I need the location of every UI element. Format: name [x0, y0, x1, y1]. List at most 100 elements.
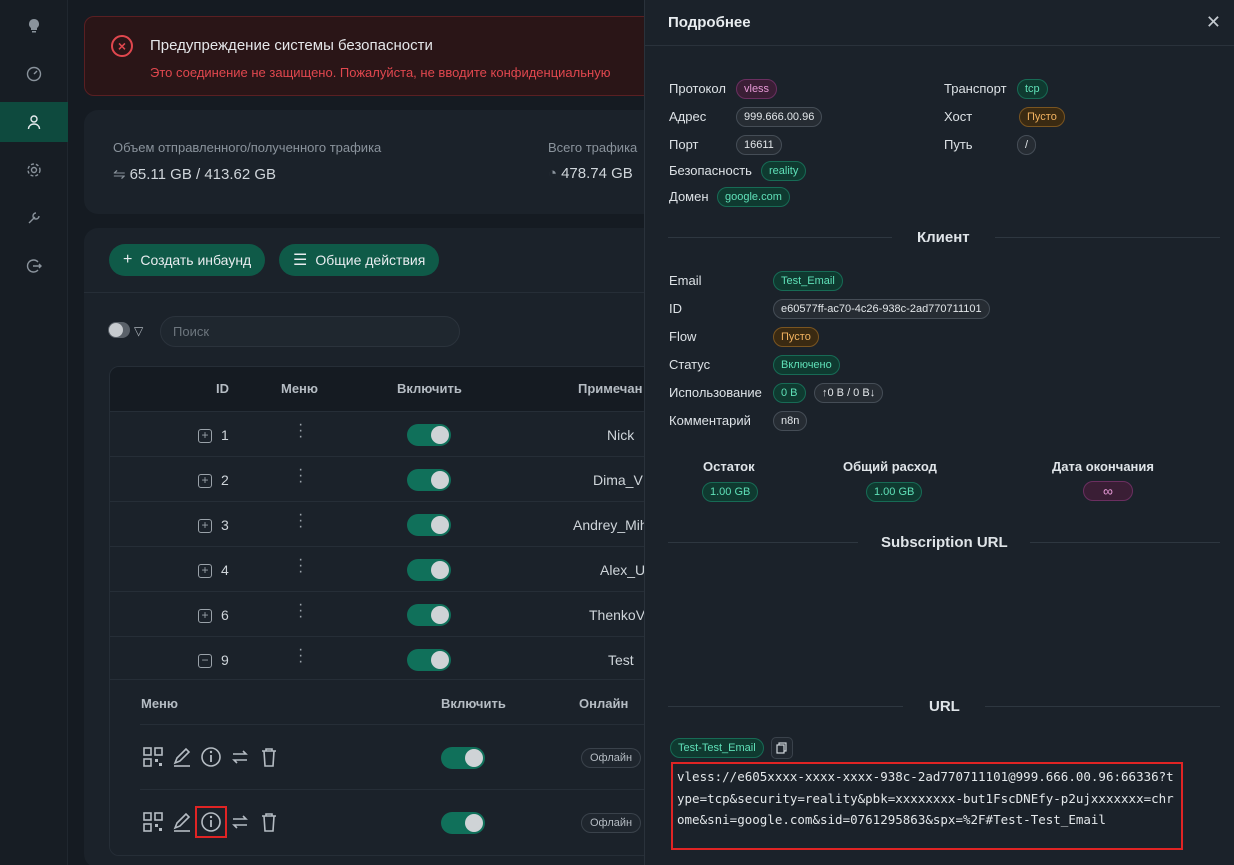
domain-label: Домен	[669, 189, 709, 204]
lightbulb-icon	[29, 19, 39, 33]
table-row[interactable]: − 9 · · · Test	[110, 636, 723, 681]
total-usage-title: Общий расход	[843, 459, 937, 474]
qr-code-icon[interactable]	[140, 744, 166, 770]
sidebar-item-tools[interactable]	[0, 198, 68, 238]
collapse-icon[interactable]: −	[198, 654, 212, 668]
drawer-title: Подробнее	[668, 14, 751, 31]
row-menu-icon[interactable]: · · ·	[298, 507, 303, 535]
sidebar	[0, 0, 68, 865]
reset-traffic-icon[interactable]	[227, 809, 253, 835]
enable-switch[interactable]	[407, 559, 451, 581]
security-label: Безопасность	[669, 163, 752, 178]
qr-code-icon[interactable]	[140, 809, 166, 835]
row-id: 9	[221, 652, 229, 668]
url-section-title: URL	[929, 698, 960, 715]
protocol-label: Протокол	[669, 81, 726, 96]
reset-traffic-icon[interactable]	[227, 744, 253, 770]
status-label: Статус	[669, 357, 711, 372]
section-divider	[668, 237, 892, 238]
client-actions	[140, 806, 282, 838]
path-label: Путь	[944, 137, 973, 152]
port-tag: 16611	[736, 135, 782, 155]
expiry-title: Дата окончания	[1052, 459, 1154, 474]
delete-icon[interactable]	[256, 744, 282, 770]
security-tag: reality	[761, 161, 807, 181]
client-row: Офлайн	[140, 724, 723, 789]
traffic-label: Объем отправленного/полученного трафика	[113, 140, 382, 155]
alert-title: Предупреждение системы безопасности	[150, 37, 433, 54]
header-enable: Включить	[397, 381, 462, 396]
wrench-icon	[28, 212, 40, 224]
pie-chart-icon: ◔	[548, 165, 558, 182]
table-row[interactable]: + 2 · · · Dima_VI	[110, 456, 723, 501]
sidebar-item-dashboard[interactable]	[0, 54, 68, 94]
copy-button[interactable]	[771, 737, 793, 759]
expand-icon[interactable]: +	[198, 609, 212, 623]
edit-icon[interactable]	[169, 809, 195, 835]
flow-tag: Пусто	[773, 327, 819, 347]
enable-switch[interactable]	[407, 424, 451, 446]
expand-icon[interactable]: +	[198, 429, 212, 443]
edit-icon[interactable]	[169, 744, 195, 770]
row-menu-icon[interactable]: · · ·	[298, 597, 303, 625]
create-inbound-button[interactable]: + Создать инбаунд	[109, 244, 266, 276]
section-divider	[668, 542, 858, 543]
row-menu-icon[interactable]: · · ·	[298, 462, 303, 490]
transport-label: Транспорт	[944, 81, 1007, 96]
row-menu-icon[interactable]: · · ·	[298, 552, 303, 580]
sidebar-item-settings[interactable]	[0, 150, 68, 190]
row-remark: Alex_U	[600, 562, 646, 578]
row-menu-icon[interactable]: · · ·	[298, 417, 303, 445]
table-header: ID Меню Включить Примечан	[110, 367, 723, 411]
expand-icon[interactable]: +	[198, 519, 212, 533]
swap-icon: ⇋	[113, 166, 126, 183]
email-tag: Test_Email	[773, 271, 843, 291]
dashboard-icon	[26, 66, 42, 82]
sub-header-menu: Меню	[141, 696, 179, 711]
general-actions-button[interactable]: ☰ Общие действия	[279, 244, 440, 276]
client-row: Офлайн	[140, 789, 723, 854]
header-remark: Примечан	[578, 381, 643, 396]
online-status-badge: Офлайн	[581, 748, 642, 768]
close-icon[interactable]: ✕	[1206, 12, 1221, 33]
inbounds-panel: + Создать инбаунд ☰ Общие действия ▽ Поиск…	[84, 228, 724, 865]
client-enable-switch[interactable]	[441, 747, 485, 769]
info-icon[interactable]	[198, 744, 224, 770]
host-label: Хост	[944, 109, 973, 124]
expand-icon[interactable]: +	[198, 474, 212, 488]
row-menu-icon[interactable]: · · ·	[298, 642, 303, 670]
comment-label: Комментарий	[669, 413, 751, 428]
enable-switch[interactable]	[407, 469, 451, 491]
enable-switch[interactable]	[407, 514, 451, 536]
remaining-title: Остаток	[703, 459, 755, 474]
connection-url[interactable]: vless://e605xxxx-xxxx-xxxx-938c-2ad77071…	[671, 762, 1183, 850]
sidebar-item-theme[interactable]	[0, 6, 68, 46]
sidebar-item-inbounds[interactable]	[0, 102, 68, 142]
port-label: Порт	[669, 137, 699, 152]
client-enable-switch[interactable]	[441, 812, 485, 834]
error-icon: ×	[111, 35, 133, 57]
expiry-tag: ∞	[1083, 481, 1133, 501]
row-remark: ThenkoV	[589, 607, 646, 623]
expand-icon[interactable]: +	[198, 564, 212, 578]
table-row[interactable]: + 1 · · · Nick	[110, 411, 723, 456]
table-row[interactable]: + 4 · · · Alex_U	[110, 546, 723, 591]
filter-toggle[interactable]	[108, 322, 130, 338]
menu-icon: ☰	[293, 252, 308, 269]
client-section-title: Клиент	[917, 229, 970, 246]
delete-icon[interactable]	[256, 809, 282, 835]
filter-icon[interactable]: ▽	[134, 324, 143, 338]
subscription-section-title: Subscription URL	[881, 534, 1008, 551]
table-row[interactable]: + 6 · · · ThenkoV	[110, 591, 723, 636]
row-id: 1	[221, 427, 229, 443]
sidebar-item-logout[interactable]	[0, 246, 68, 286]
enable-switch[interactable]	[407, 649, 451, 671]
info-icon[interactable]	[195, 806, 227, 838]
search-input[interactable]: Поиск	[160, 316, 460, 347]
traffic-stats: Объем отправленного/полученного трафика …	[84, 110, 724, 214]
total-value: 478.74 GB	[561, 165, 633, 182]
table-row[interactable]: + 3 · · · Andrey_Mih	[110, 501, 723, 546]
enable-switch[interactable]	[407, 604, 451, 626]
traffic-value: 65.11 GB / 413.62 GB	[129, 166, 277, 183]
row-remark: Dima_VI	[593, 472, 647, 488]
